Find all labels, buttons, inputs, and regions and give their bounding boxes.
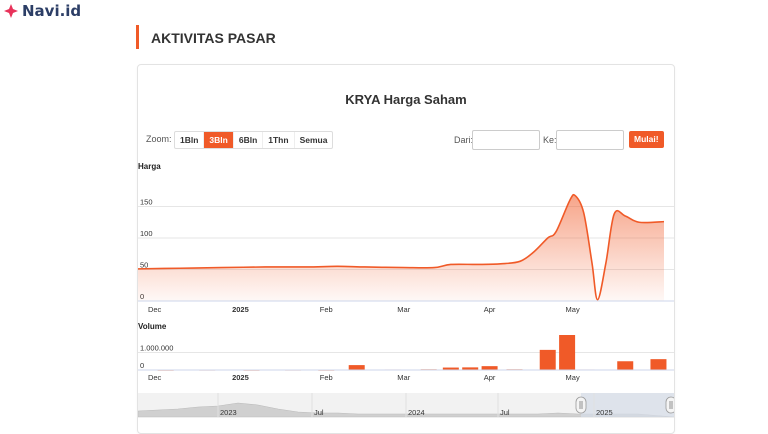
price-tick-label: 150 — [140, 198, 153, 207]
navigator-label: 2025 — [596, 408, 613, 417]
navigator-left-handle[interactable] — [575, 396, 587, 414]
volume-x-tick-label: Dec — [148, 373, 162, 382]
price-x-tick-label: Feb — [320, 305, 333, 314]
navigator-label: Jul — [500, 408, 510, 417]
price-x-tick-label: Apr — [484, 305, 496, 314]
volume-axis-title: Volume — [138, 322, 167, 331]
price-x-tick-label: Mar — [397, 305, 410, 314]
volume-bar — [481, 366, 498, 370]
stock-chart-card: KRYA Harga Saham Zoom: 1Bln 3Bln 6Bln 1T… — [137, 64, 675, 434]
volume-bar — [539, 349, 556, 370]
price-tick-label: 100 — [140, 229, 153, 238]
price-x-tick-label: 2025 — [232, 305, 249, 314]
volume-x-tick-label: Apr — [484, 373, 496, 382]
volume-bar — [348, 365, 365, 370]
volume-chart: 0 1.000.000 Dec 2025 Feb Mar Apr May — [138, 335, 674, 382]
brand-name: Navi.id — [22, 2, 82, 20]
stock-chart-svg: Harga Volume 050100150Dec2025FebMarAprMa… — [138, 162, 674, 418]
diamond-logo-icon — [4, 4, 18, 18]
price-axis-title: Harga — [138, 162, 161, 171]
volume-x-tick-label: Feb — [320, 373, 333, 382]
price-x-tick-label: May — [566, 305, 580, 314]
volume-bar — [559, 335, 576, 370]
volume-bar — [650, 359, 667, 370]
navigator-label: Jul — [314, 408, 324, 417]
navigator-label: 2024 — [408, 408, 425, 417]
navigator-label: 2023 — [220, 408, 237, 417]
price-x-tick-label: Dec — [148, 305, 162, 314]
volume-tick-label: 1.000.000 — [140, 344, 173, 353]
brand-logo[interactable]: Navi.id — [4, 2, 81, 20]
navigator[interactable]: 2023 Jul 2024 Jul 2025 — [138, 393, 674, 418]
volume-bar — [617, 361, 634, 370]
volume-tick-label: 0 — [140, 361, 144, 370]
volume-x-tick-label: Mar — [397, 373, 410, 382]
volume-x-tick-label: 2025 — [232, 373, 249, 382]
navigator-selection — [581, 393, 674, 417]
section-title: AKTIVITAS PASAR — [136, 25, 276, 49]
price-chart: 050100150Dec2025FebMarAprMay — [138, 193, 674, 314]
volume-x-tick-label: May — [566, 373, 580, 382]
price-area — [138, 194, 664, 301]
